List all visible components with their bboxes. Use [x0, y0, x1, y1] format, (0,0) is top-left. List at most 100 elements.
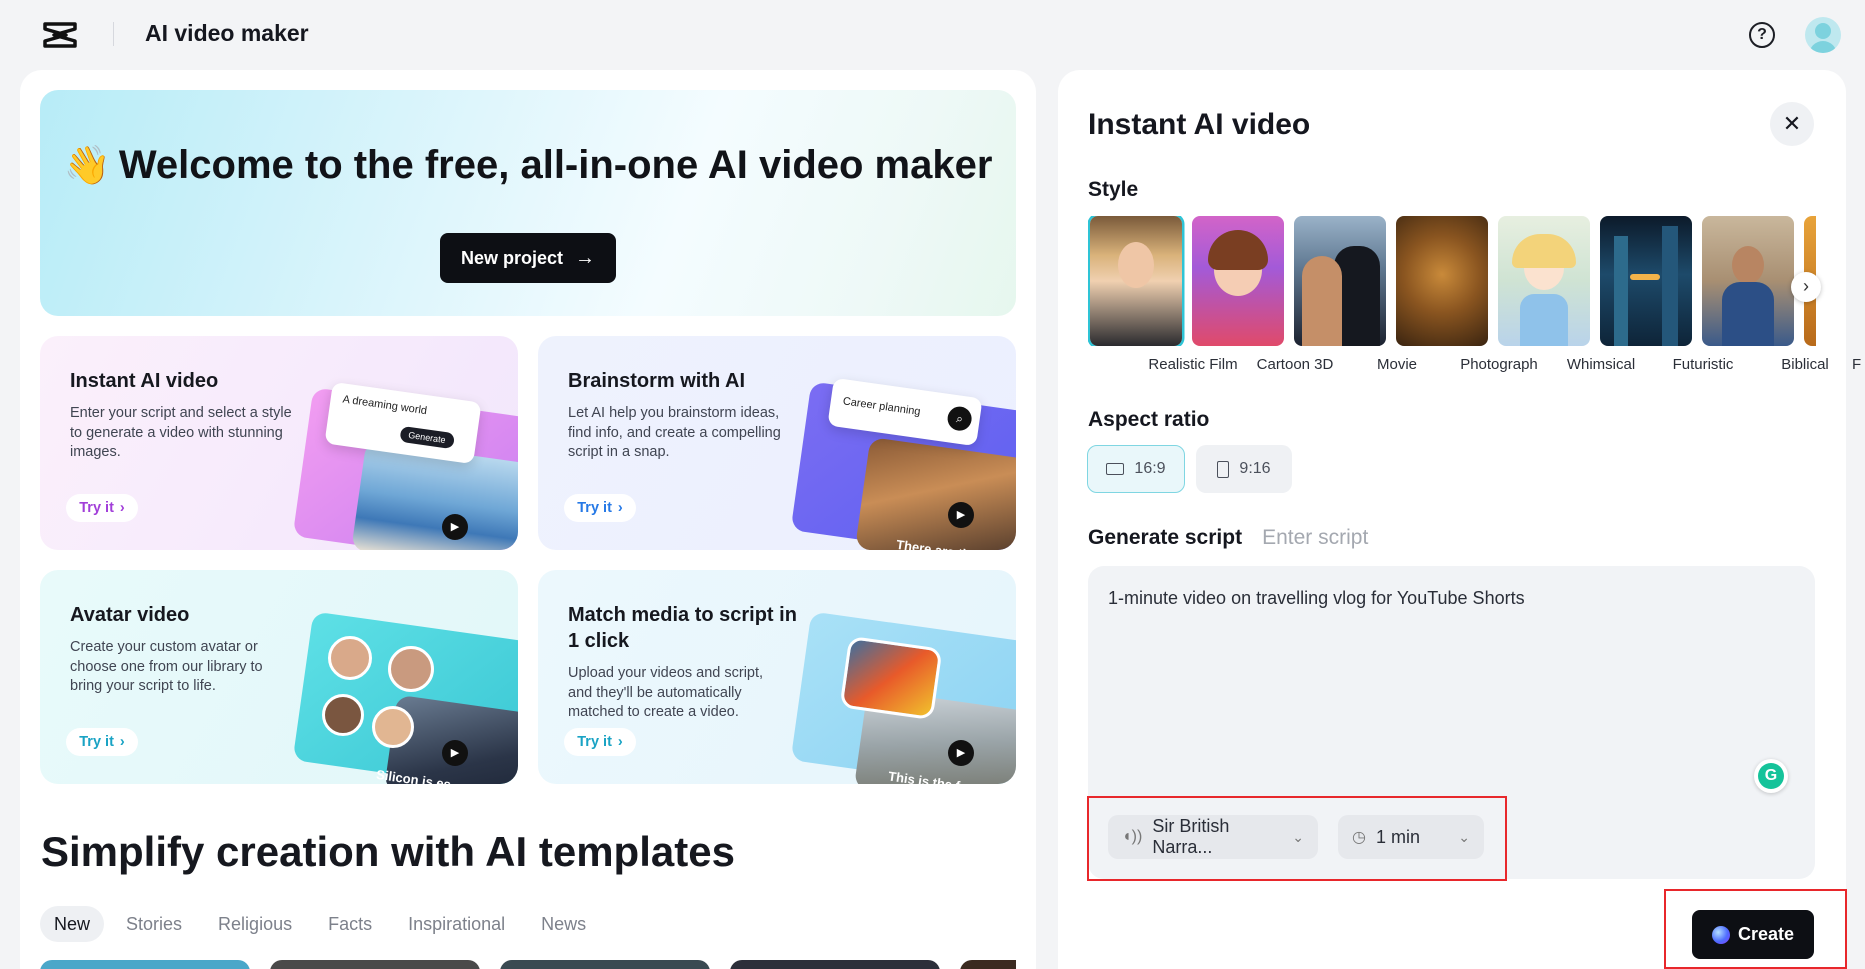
style-futuristic[interactable] [1600, 216, 1692, 346]
template-thumbnail[interactable] [40, 960, 250, 969]
match-media-illustration: ▶ This is the fa [790, 608, 1016, 784]
aspect-16-9-option[interactable]: 16:9 [1087, 445, 1185, 493]
style-name: Whimsical [1566, 356, 1636, 373]
style-name: F [1852, 356, 1862, 373]
help-icon[interactable]: ? [1749, 22, 1775, 48]
portrait-rect-icon [1217, 460, 1230, 478]
close-icon[interactable]: ✕ [1770, 102, 1814, 146]
try-it-button[interactable]: Try it › [66, 728, 138, 756]
tab-new[interactable]: New [40, 906, 105, 942]
style-cartoon-3d[interactable] [1192, 216, 1284, 346]
style-name: Realistic Film [1148, 356, 1238, 373]
style-names: Realistic Film Cartoon 3D Movie Photogra… [1058, 356, 1861, 378]
tab-facts[interactable]: Facts [314, 906, 386, 942]
try-it-button[interactable]: Try it › [66, 494, 138, 522]
style-thumbnail [1600, 216, 1692, 346]
style-thumbnail [1294, 216, 1386, 346]
tab-news[interactable]: News [527, 906, 600, 942]
tower-shape [1662, 226, 1678, 346]
prompt-text: A dreaming world [341, 393, 428, 418]
hair-shape [1208, 230, 1268, 270]
top-bar: AI video maker ? [0, 0, 1865, 70]
template-thumbnails [40, 960, 1016, 969]
chevron-right-icon: › [119, 500, 125, 516]
avatar-face [322, 694, 364, 736]
script-tabs: Generate script Enter script [1088, 526, 1368, 550]
tab-generate-script[interactable]: Generate script [1088, 526, 1242, 550]
style-movie[interactable] [1294, 216, 1386, 346]
card-title: Instant AI video [70, 370, 219, 392]
style-whimsical[interactable] [1498, 216, 1590, 346]
style-photograph[interactable] [1396, 216, 1488, 346]
dress-shape [1520, 294, 1568, 346]
avatar-face [388, 646, 434, 692]
style-thumbnail [1090, 216, 1182, 346]
grammarly-icon[interactable]: G [1754, 759, 1788, 793]
capcut-logo-icon[interactable] [42, 20, 78, 50]
person-image [855, 437, 1016, 550]
hair-shape [1512, 234, 1576, 268]
try-it-button[interactable]: Try it › [564, 494, 636, 522]
try-it-button[interactable]: Try it › [564, 728, 636, 756]
style-name: Photograph [1460, 356, 1538, 373]
avatar-head [1815, 23, 1831, 39]
templates-title: Simplify creation with AI templates [41, 828, 735, 875]
welcome-title: 👋 Welcome to the free, all-in-one AI vide… [40, 142, 1016, 189]
play-icon: ▶ [948, 502, 974, 528]
card-match-media-to-script[interactable]: Match media to script in 1 click Upload … [538, 570, 1016, 784]
tab-religious[interactable]: Religious [204, 906, 306, 942]
arrow-right-icon: → [575, 246, 596, 269]
template-tabs: New Stories Religious Facts Inspirationa… [40, 906, 600, 942]
highlight-box-options [1087, 796, 1507, 881]
brainstorm-illustration: Career planning ⌕ ▶ There are th [790, 374, 1016, 550]
chevron-right-icon: › [617, 500, 623, 516]
user-avatar[interactable] [1805, 17, 1841, 53]
create-button[interactable]: Create [1692, 910, 1814, 959]
aspect-9-16-option[interactable]: 9:16 [1196, 445, 1292, 493]
card-instant-ai-video[interactable]: Instant AI video Enter your script and s… [40, 336, 518, 550]
script-input-text[interactable]: 1-minute video on travelling vlog for Yo… [1108, 588, 1525, 609]
card-title: Avatar video [70, 604, 190, 626]
tab-enter-script[interactable]: Enter script [1262, 526, 1368, 550]
template-thumbnail[interactable] [960, 960, 1016, 969]
card-avatar-video[interactable]: Avatar video Create your custom avatar o… [40, 570, 518, 784]
aspect-9-16-label: 9:16 [1239, 460, 1271, 477]
card-description: Create your custom avatar or choose one … [70, 639, 263, 694]
new-project-label: New project [460, 247, 564, 268]
template-thumbnail[interactable] [500, 960, 710, 969]
chevron-right-icon: › [617, 734, 623, 750]
face-shape [1732, 246, 1764, 284]
tab-stories[interactable]: Stories [112, 906, 196, 942]
style-realistic-film[interactable] [1090, 216, 1182, 346]
carousel-next-icon[interactable]: › [1791, 272, 1821, 302]
card-description: Let AI help you brainstorm ideas, find i… [568, 405, 781, 460]
card-brainstorm-with-ai[interactable]: Brainstorm with AI Let AI help you brain… [538, 336, 1016, 550]
card-title: Match media to script in 1 click [568, 604, 797, 652]
try-it-label: Try it [577, 734, 612, 750]
welcome-banner: 👋 Welcome to the free, all-in-one AI vide… [40, 90, 1016, 316]
template-thumbnail[interactable] [730, 960, 940, 969]
top-bar-divider [113, 22, 114, 46]
style-thumbnail [1498, 216, 1590, 346]
robe-shape [1722, 282, 1774, 346]
avatar-body [1809, 41, 1837, 53]
home-panel: 👋 Welcome to the free, all-in-one AI vide… [20, 70, 1036, 969]
style-biblical[interactable] [1702, 216, 1794, 346]
landscape-rect-icon [1106, 463, 1125, 475]
avatar-illustration: ▶ Silicon is es [292, 608, 518, 784]
style-name: Cartoon 3D [1256, 356, 1334, 373]
try-it-label: Try it [577, 500, 612, 516]
prompt-text: Career planning [842, 395, 922, 419]
bird-image [839, 635, 943, 721]
card-description: Enter your script and select a style to … [70, 405, 292, 460]
template-thumbnail[interactable] [270, 960, 480, 969]
style-carousel [1088, 216, 1816, 346]
style-thumbnail [1396, 216, 1488, 346]
tab-inspirational[interactable]: Inspirational [394, 906, 519, 942]
new-project-button[interactable]: New project → [440, 233, 616, 283]
avatar-face [372, 706, 414, 748]
chevron-right-icon: › [119, 734, 125, 750]
play-icon: ▶ [442, 740, 468, 766]
ai-orb-icon [1711, 925, 1730, 944]
play-icon: ▶ [948, 740, 974, 766]
